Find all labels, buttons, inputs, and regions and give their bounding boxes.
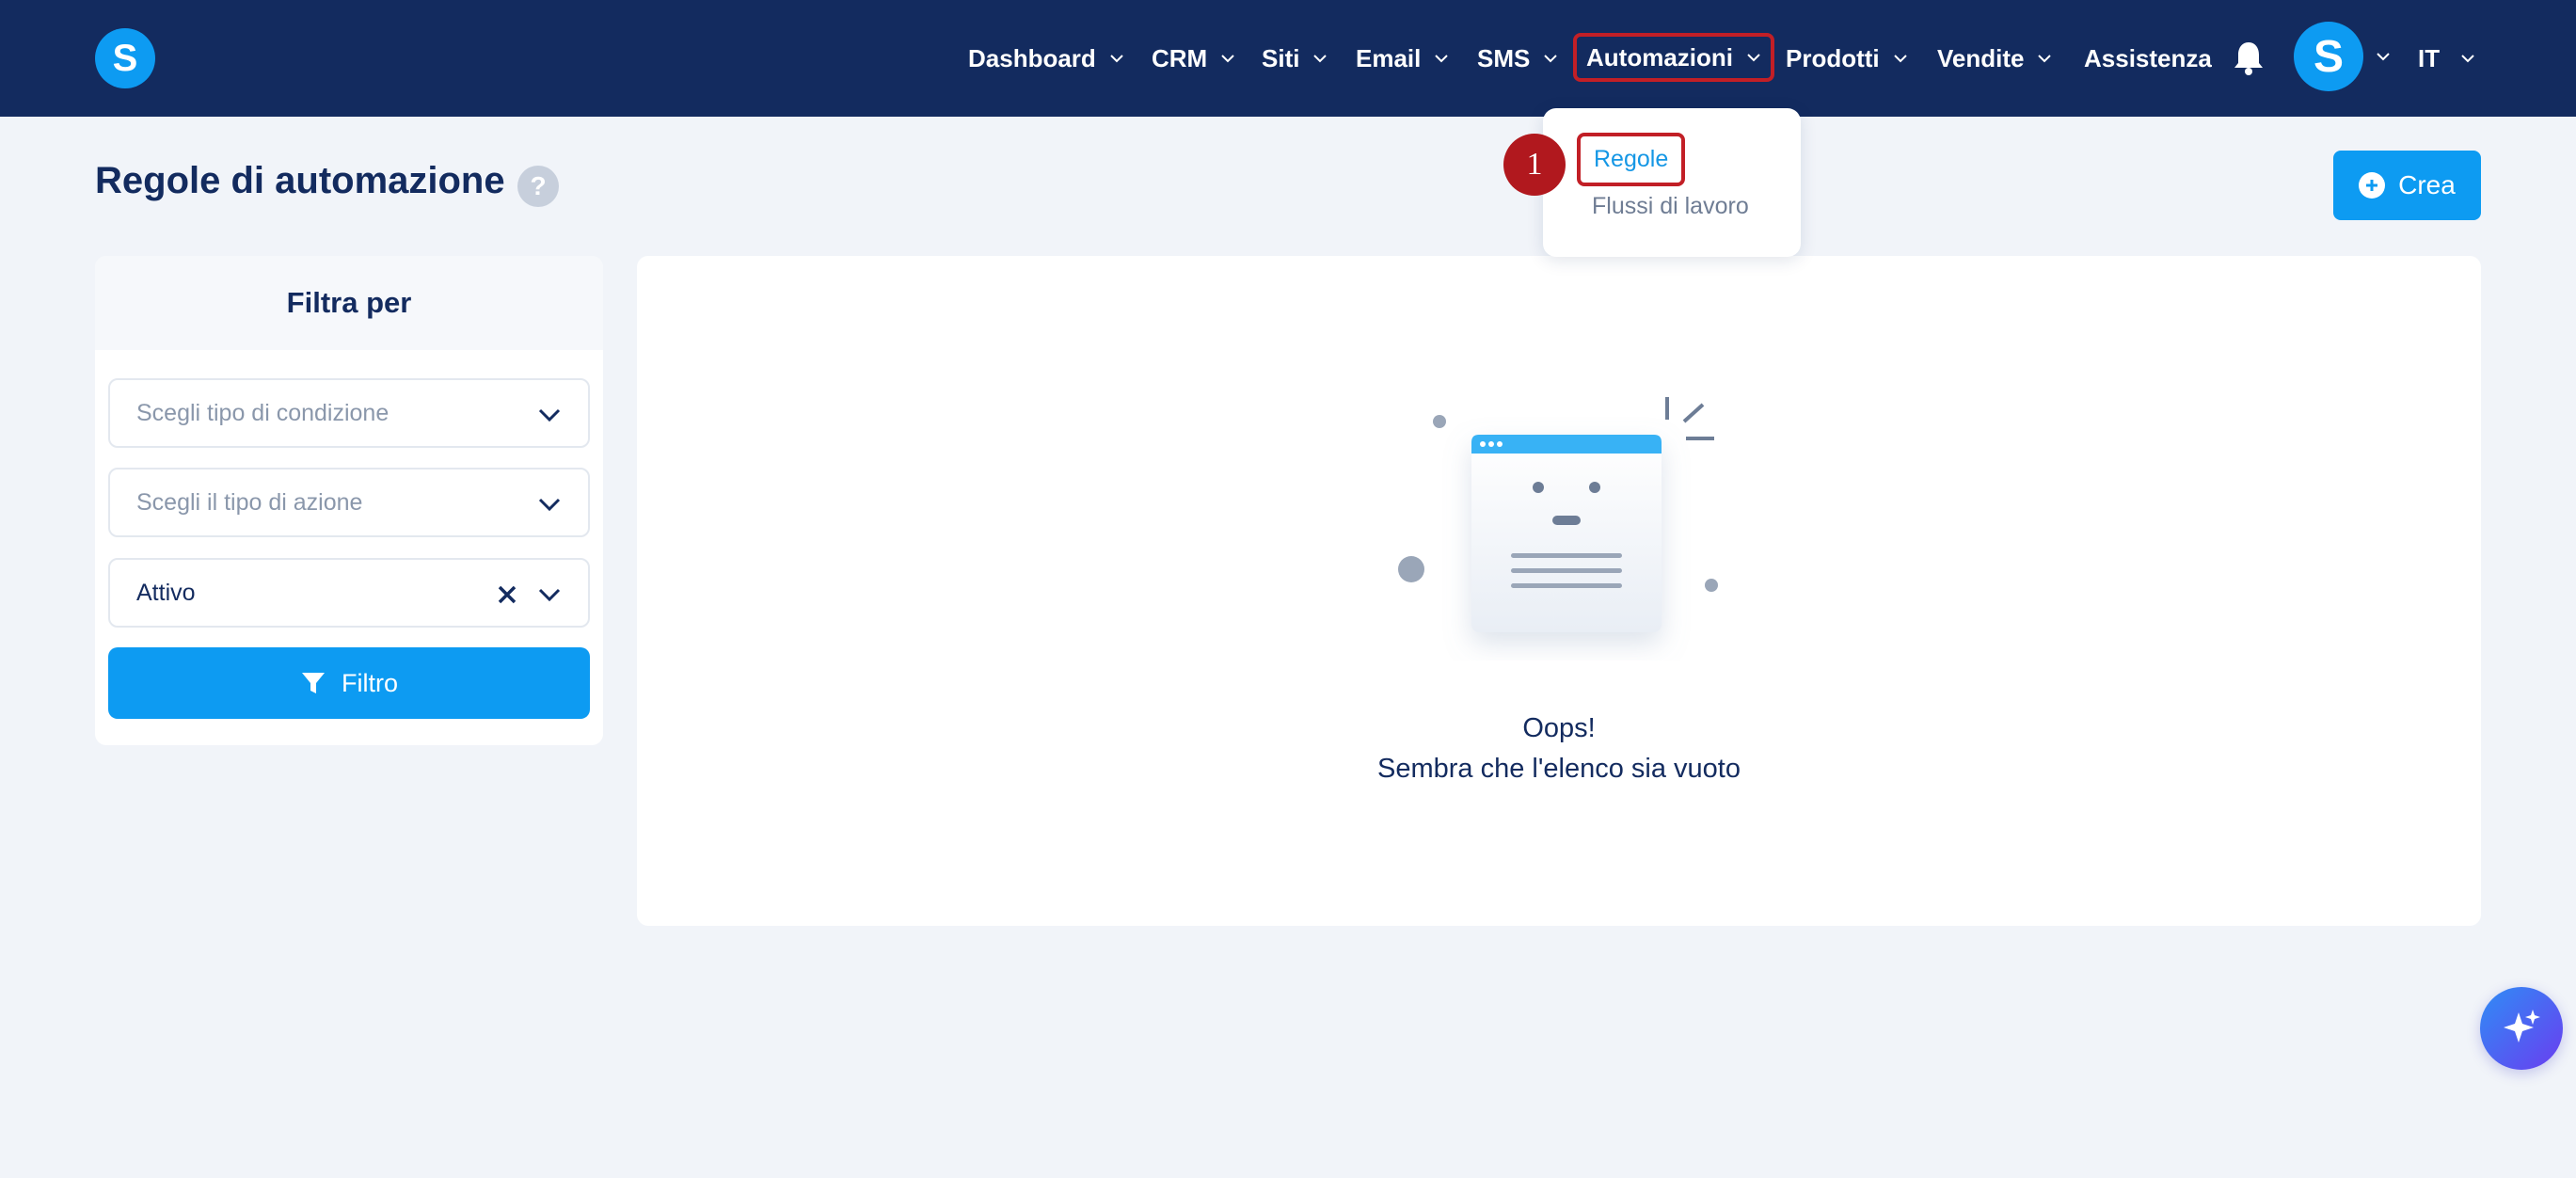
condition-type-placeholder: Scegli tipo di condizione — [136, 399, 390, 426]
automazioni-dropdown: Regole Flussi di lavoro — [1543, 108, 1801, 257]
nav-item-email[interactable]: Email — [1356, 0, 1449, 117]
funnel-icon — [302, 673, 325, 693]
create-button[interactable]: Crea — [2333, 151, 2481, 220]
nav-item-label: Automazioni — [1586, 42, 1733, 72]
help-glyph: ? — [530, 171, 547, 200]
nav-item-label: Prodotti — [1786, 43, 1880, 72]
chevron-down-icon — [1435, 55, 1449, 63]
chevron-down-icon — [1544, 55, 1558, 63]
top-navbar: S Dashboard CRM Siti Email SMS Automazio… — [0, 0, 2576, 117]
chevron-down-icon — [538, 408, 561, 422]
plus-circle-icon — [2359, 172, 2386, 199]
page-title: Regole di automazione — [95, 160, 505, 201]
help-icon[interactable]: ? — [517, 166, 559, 207]
nav-item-label: Dashboard — [968, 43, 1096, 72]
chevron-down-icon — [538, 588, 561, 602]
condition-type-select[interactable]: Scegli tipo di condizione — [108, 378, 590, 448]
dropdown-item-flussi-di-lavoro[interactable]: Flussi di lavoro — [1592, 193, 1749, 220]
nav-item-prodotti[interactable]: Prodotti — [1786, 0, 1908, 117]
empty-list-illustration — [1398, 397, 1718, 632]
chevron-down-icon — [2461, 55, 2474, 63]
chevron-down-icon — [1221, 55, 1234, 63]
filter-panel: Filtra per Scegli tipo di condizione Sce… — [95, 256, 603, 745]
chevron-down-icon — [1110, 55, 1123, 63]
chevron-down-icon — [1893, 55, 1907, 63]
nav-item-vendite[interactable]: Vendite — [1937, 0, 2052, 117]
chevron-down-icon — [538, 498, 561, 512]
language-label: IT — [2418, 43, 2441, 72]
filter-heading: Filtra per — [95, 256, 603, 350]
nav-item-assistenza[interactable]: Assistenza — [2084, 0, 2212, 117]
nav-item-sms[interactable]: SMS — [1477, 0, 1558, 117]
empty-state-message: Sembra che l'elenco sia vuoto — [1377, 754, 1741, 784]
nav-item-crm[interactable]: CRM — [1152, 0, 1235, 117]
language-selector[interactable]: IT — [2418, 0, 2475, 117]
step-badge: 1 — [1503, 134, 1566, 196]
nav-item-siti[interactable]: Siti — [1262, 0, 1328, 117]
chevron-down-icon — [1747, 54, 1760, 62]
nav-item-label: Assistenza — [2084, 43, 2212, 72]
nav-item-label: Email — [1356, 43, 1422, 72]
empty-state-title: Oops! — [1522, 713, 1596, 743]
rules-list-panel: Oops! Sembra che l'elenco sia vuoto — [637, 256, 2481, 926]
action-type-select[interactable]: Scegli il tipo di azione — [108, 468, 590, 537]
filter-button-label: Filtro — [342, 668, 398, 697]
nav-item-automazioni[interactable]: Automazioni — [1573, 33, 1774, 82]
nav-item-label: CRM — [1152, 43, 1208, 72]
notifications-button[interactable] — [2230, 38, 2267, 79]
nav-item-dashboard[interactable]: Dashboard — [968, 0, 1124, 117]
chevron-down-icon — [1313, 55, 1328, 63]
status-value: Attivo — [136, 579, 196, 606]
logo-letter: S — [112, 37, 138, 79]
clear-icon[interactable] — [496, 583, 518, 606]
nav-item-label: Siti — [1262, 43, 1300, 72]
avatar-letter: S — [2313, 31, 2344, 82]
nav-item-label: SMS — [1477, 43, 1531, 72]
nav-item-label: Vendite — [1937, 43, 2025, 72]
ai-assistant-button[interactable] — [2480, 987, 2563, 1070]
create-button-label: Crea — [2398, 170, 2456, 199]
bell-icon — [2234, 42, 2263, 75]
action-type-placeholder: Scegli il tipo di azione — [136, 488, 363, 516]
sparkle-icon — [2504, 1010, 2540, 1043]
dropdown-item-regole[interactable]: Regole — [1577, 133, 1686, 186]
status-select[interactable]: Attivo — [108, 558, 590, 628]
chevron-down-icon — [2038, 55, 2052, 63]
user-avatar[interactable]: S — [2294, 22, 2363, 91]
filter-button[interactable]: Filtro — [108, 647, 590, 719]
chevron-down-icon[interactable] — [2376, 49, 2391, 64]
app-logo[interactable]: S — [95, 28, 155, 88]
